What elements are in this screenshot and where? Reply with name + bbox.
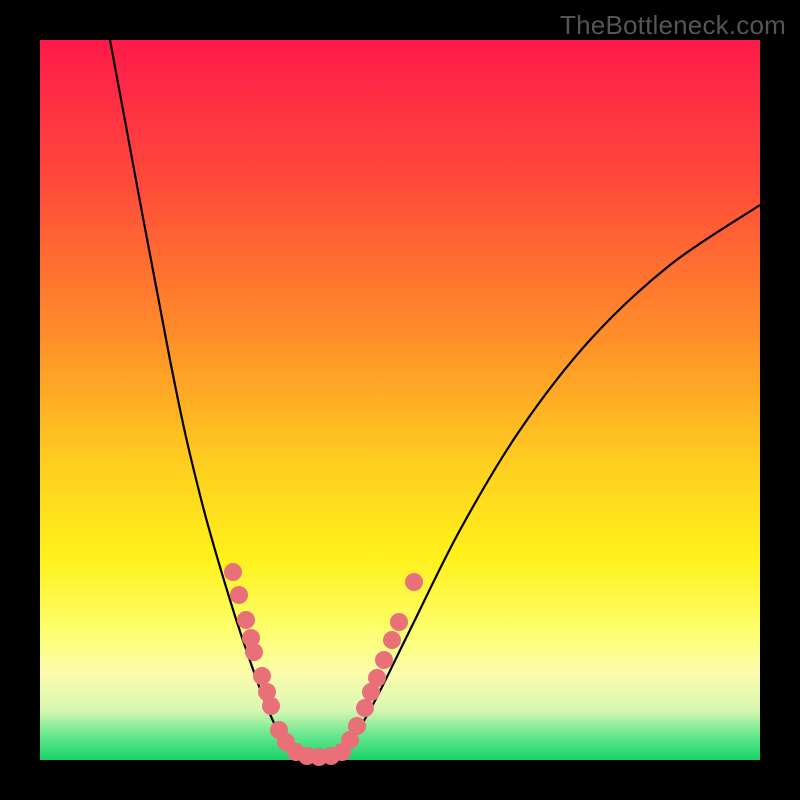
data-marker	[405, 573, 423, 591]
watermark-text: TheBottleneck.com	[560, 10, 786, 41]
data-marker	[230, 586, 248, 604]
data-marker	[262, 697, 280, 715]
data-marker	[237, 611, 255, 629]
data-marker	[356, 699, 374, 717]
data-marker	[245, 643, 263, 661]
data-marker	[348, 717, 366, 735]
data-marker	[368, 669, 386, 687]
chart-frame: TheBottleneck.com	[0, 0, 800, 800]
plot-area	[40, 40, 760, 760]
data-marker	[253, 667, 271, 685]
data-marker	[375, 651, 393, 669]
data-marker	[224, 563, 242, 581]
data-marker	[390, 613, 408, 631]
data-marker	[383, 631, 401, 649]
chart-svg	[40, 40, 760, 760]
